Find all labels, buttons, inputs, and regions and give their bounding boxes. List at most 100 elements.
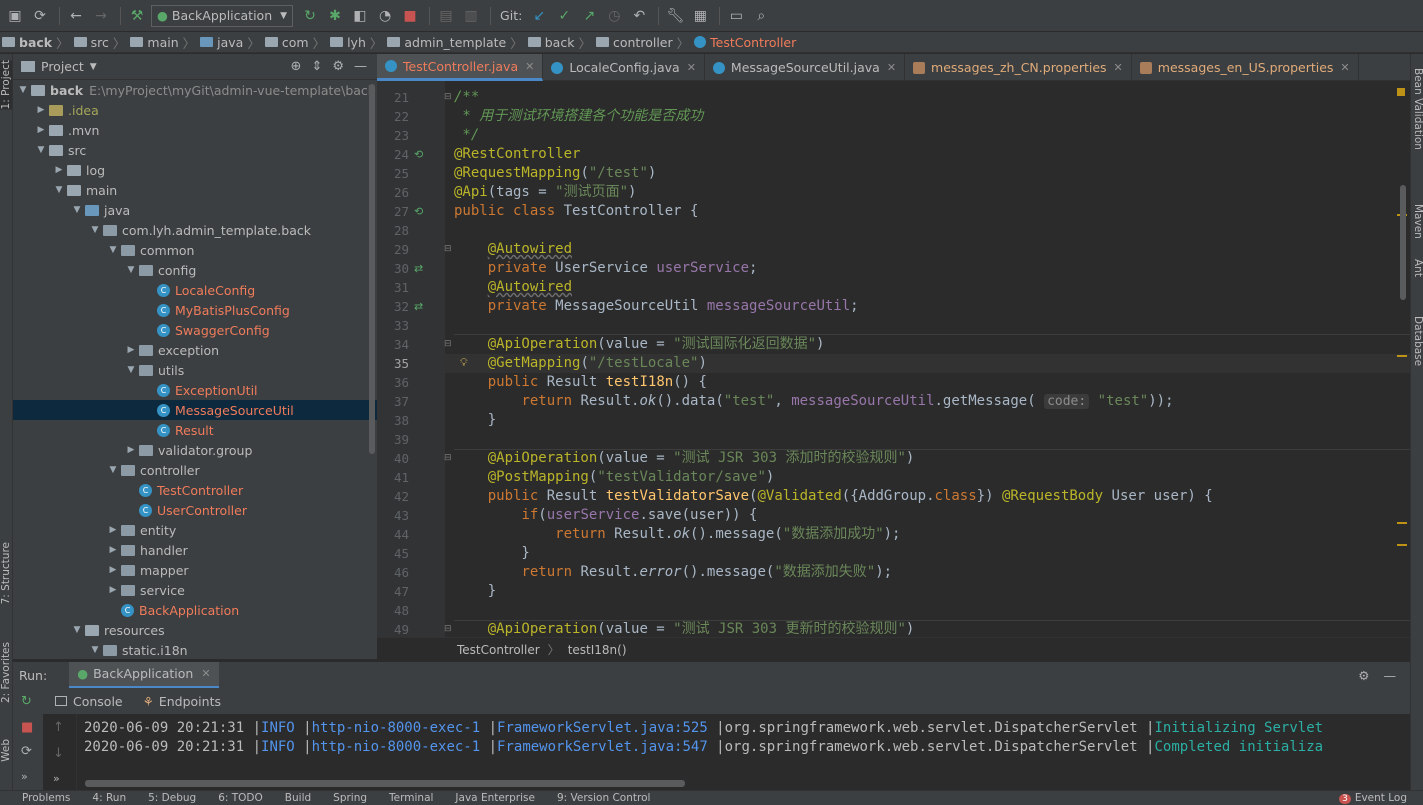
fold-marker-icon[interactable]: ⊟	[444, 624, 452, 634]
tool-window-bean-validation[interactable]: Bean Validation	[1412, 68, 1423, 150]
tree-item[interactable]: ▶ service	[13, 580, 377, 600]
hide-icon[interactable]: —	[1384, 668, 1397, 683]
console-scrollbar[interactable]	[85, 780, 685, 787]
search-icon[interactable]: ⌕	[750, 5, 772, 27]
tool-window-project[interactable]: 1: Project	[0, 60, 12, 110]
tree-item[interactable]: ▶ .idea	[13, 100, 377, 120]
collapsed-arrow-icon[interactable]: ▶	[125, 445, 137, 455]
editor-tab[interactable]: messages_en_US.properties ✕	[1132, 54, 1359, 81]
git-history-icon[interactable]: ◷	[603, 5, 625, 27]
git-update-icon[interactable]: ↙	[528, 5, 550, 27]
tree-item[interactable]: ▼ controller	[13, 460, 377, 480]
warning-stripe-marker[interactable]	[1397, 544, 1407, 546]
tree-item[interactable]: ▶ validator.group	[13, 440, 377, 460]
close-icon[interactable]: ✕	[1114, 61, 1123, 74]
rerun-icon[interactable]: ↻	[21, 694, 32, 709]
breadcrumb-item[interactable]: admin_template 〉	[387, 33, 523, 52]
collapsed-arrow-icon[interactable]: ▶	[35, 105, 47, 115]
editor-breadcrumb-method[interactable]: testI18n()	[568, 643, 627, 657]
vm-icon[interactable]: ▥	[460, 5, 482, 27]
profile-icon[interactable]: ◔	[374, 5, 396, 27]
tool-window-favorites[interactable]: 2: Favorites	[0, 642, 12, 703]
tree-item[interactable]: ▼ static.i18n	[13, 640, 377, 659]
close-icon[interactable]: ✕	[687, 61, 696, 74]
stop-icon[interactable]: ■	[399, 5, 421, 27]
tool-window-button[interactable]: 5: Debug	[148, 791, 196, 805]
tree-item[interactable]: ▼ resources	[13, 620, 377, 640]
breadcrumb-item[interactable]: java 〉	[200, 33, 260, 52]
rerun-icon[interactable]: ↻	[299, 5, 321, 27]
tree-item[interactable]: ▶ handler	[13, 540, 377, 560]
spring-bean-gutter-icon[interactable]: ⟲	[414, 205, 428, 218]
more-icon[interactable]: »	[21, 770, 28, 783]
tree-item[interactable]: C Result	[13, 420, 377, 440]
back-icon[interactable]: ←	[65, 5, 87, 27]
tool-window-button[interactable]: Build	[285, 791, 311, 805]
tree-item[interactable]: ▶ log	[13, 160, 377, 180]
close-icon[interactable]: ✕	[525, 60, 534, 73]
breadcrumb-item[interactable]: back 〉	[527, 33, 591, 52]
collapsed-arrow-icon[interactable]: ▶	[107, 585, 119, 595]
tree-item[interactable]: C BackApplication	[13, 600, 377, 620]
collapsed-arrow-icon[interactable]: ▶	[107, 565, 119, 575]
expanded-arrow-icon[interactable]: ▼	[71, 625, 83, 635]
tree-item[interactable]: ▼ main	[13, 180, 377, 200]
tree-item[interactable]: ▼ config	[13, 260, 377, 280]
breadcrumb-item[interactable]: com 〉	[264, 33, 325, 52]
coverage-icon[interactable]: ◧	[349, 5, 371, 27]
collapsed-arrow-icon[interactable]: ▶	[107, 545, 119, 555]
breadcrumb-item[interactable]: main 〉	[130, 33, 195, 52]
collapsed-arrow-icon[interactable]: ▶	[53, 165, 65, 175]
tree-item[interactable]: ▼ back E:\myProject\myGit\admin-vue-templa…	[13, 80, 377, 100]
up-arrow-icon[interactable]: ↑	[53, 720, 64, 735]
breadcrumb-item[interactable]: back 〉	[2, 33, 69, 52]
tool-window-database[interactable]: Database	[1412, 316, 1423, 366]
expanded-arrow-icon[interactable]: ▼	[125, 265, 137, 275]
tree-item[interactable]: ▼ common	[13, 240, 377, 260]
stop-icon[interactable]: ■	[21, 720, 33, 735]
gear-icon[interactable]: ⚙	[332, 59, 344, 74]
tree-item[interactable]: ▶ exception	[13, 340, 377, 360]
expanded-arrow-icon[interactable]: ▼	[125, 365, 137, 375]
git-push-icon[interactable]: ↗	[578, 5, 600, 27]
hide-icon[interactable]: —	[354, 59, 367, 74]
tree-scrollbar[interactable]	[369, 84, 375, 454]
tool-window-button[interactable]: 6: TODO	[218, 791, 263, 805]
tool-window-button[interactable]: Spring	[333, 791, 367, 805]
close-icon[interactable]: ✕	[201, 667, 210, 680]
collapsed-arrow-icon[interactable]: ▶	[35, 125, 47, 135]
event-log-button[interactable]: 3 Event Log	[1339, 791, 1407, 805]
breadcrumb-item[interactable]: src 〉	[73, 33, 125, 52]
tree-item[interactable]: ▶ mapper	[13, 560, 377, 580]
attach-icon[interactable]: ▤	[435, 5, 457, 27]
warning-stripe-marker[interactable]	[1397, 355, 1407, 357]
fold-marker-icon[interactable]: ⊟	[444, 453, 452, 463]
build-hammer-icon[interactable]: ⚒	[126, 5, 148, 27]
tool-window-structure[interactable]: 7: Structure	[0, 542, 12, 604]
fold-marker-icon[interactable]: ⊟	[444, 244, 452, 254]
expanded-arrow-icon[interactable]: ▼	[107, 465, 119, 475]
settings-wrench-icon[interactable]: 🔧︎	[664, 5, 686, 27]
tool-window-button[interactable]: Terminal	[389, 791, 433, 805]
expanded-arrow-icon[interactable]: ▼	[35, 145, 47, 155]
tree-item[interactable]: ▼ utils	[13, 360, 377, 380]
collapsed-arrow-icon[interactable]: ▶	[125, 345, 137, 355]
tool-window-button[interactable]: Problems	[22, 791, 70, 805]
fold-marker-icon[interactable]: ⊟	[444, 92, 452, 102]
editor-scrollbar[interactable]	[1400, 185, 1406, 300]
chevron-down-icon[interactable]: ▼	[90, 62, 97, 72]
expanded-arrow-icon[interactable]: ▼	[71, 205, 83, 215]
tree-item[interactable]: ▼ src	[13, 140, 377, 160]
log-source-link[interactable]: FrameworkServlet.java:525	[497, 720, 708, 736]
expanded-arrow-icon[interactable]: ▼	[53, 185, 65, 195]
breadcrumb-item[interactable]: TestController	[694, 35, 796, 50]
expanded-arrow-icon[interactable]: ▼	[89, 225, 101, 235]
tree-item[interactable]: C MessageSourceUtil	[13, 400, 377, 420]
console-output[interactable]: 2020-06-09 20:21:31 |INFO |http-nio-8000…	[77, 714, 1410, 790]
tree-item[interactable]: C ExceptionUtil	[13, 380, 377, 400]
tool-window-button[interactable]: 4: Run	[92, 791, 126, 805]
expanded-arrow-icon[interactable]: ▼	[17, 85, 29, 95]
tool-window-ant[interactable]: Ant	[1412, 259, 1423, 277]
breadcrumb-item[interactable]: lyh 〉	[330, 33, 382, 52]
tree-item[interactable]: ▶ entity	[13, 520, 377, 540]
